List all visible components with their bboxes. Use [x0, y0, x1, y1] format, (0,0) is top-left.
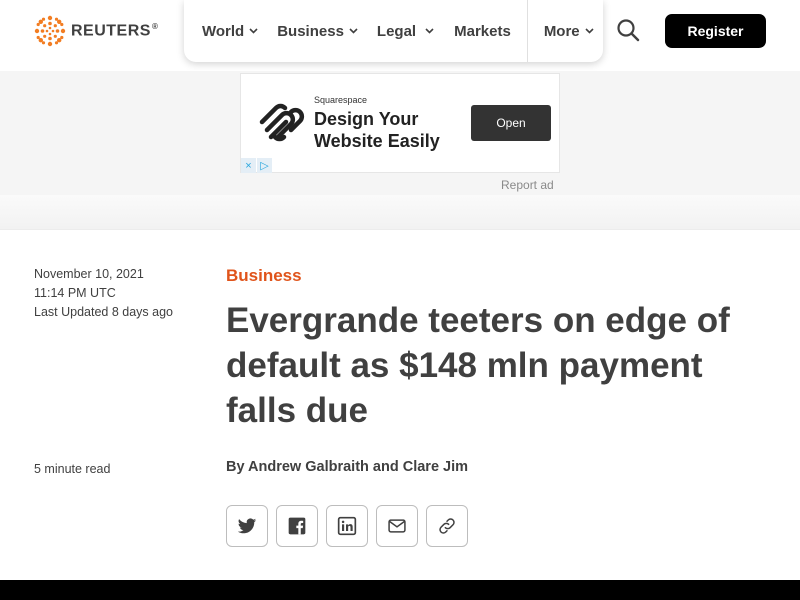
share-linkedin-button[interactable]: [326, 505, 368, 547]
reuters-logo-icon: [34, 15, 66, 47]
chevron-down-icon: [249, 28, 258, 34]
report-ad-link[interactable]: Report ad: [501, 178, 554, 192]
squarespace-logo-icon: [259, 103, 305, 142]
article-updated: Last Updated 8 days ago: [34, 305, 173, 319]
author-link[interactable]: Clare Jim: [403, 459, 468, 475]
author-link[interactable]: Andrew Galbraith: [248, 459, 369, 475]
main-nav: World Business Legal Markets More: [184, 0, 603, 62]
search-icon[interactable]: [615, 17, 641, 43]
twitter-icon: [237, 518, 257, 534]
ad-choices: × ▷: [241, 158, 273, 173]
chevron-down-icon: [585, 28, 594, 34]
section-link[interactable]: Business: [226, 266, 302, 286]
share-twitter-button[interactable]: [226, 505, 268, 547]
ad-close-icon[interactable]: ×: [241, 158, 256, 173]
nav-item-markets[interactable]: Markets: [454, 0, 527, 62]
logo-wordmark: REUTERS®: [71, 21, 159, 40]
link-icon: [439, 518, 455, 534]
linkedin-icon: [337, 516, 357, 536]
nav-item-world[interactable]: World: [184, 0, 277, 62]
ad-band: Squarespace Design Your Website Easily O…: [0, 71, 800, 195]
email-icon: [388, 519, 406, 533]
article-meta: November 10, 2021 11:14 PM UTC Last Upda…: [34, 265, 173, 322]
share-buttons: [226, 505, 476, 547]
nav-item-business[interactable]: Business: [277, 0, 377, 62]
divider-band: [0, 195, 800, 230]
share-link-button[interactable]: [426, 505, 468, 547]
article-headline: Evergrande teeters on edge of default as…: [226, 301, 730, 430]
chevron-down-icon: [425, 28, 434, 34]
chevron-down-icon: [349, 28, 358, 34]
reuters-logo[interactable]: REUTERS®: [34, 15, 158, 47]
nav-item-more[interactable]: More: [528, 0, 594, 62]
article-time: 11:14 PM UTC: [34, 286, 116, 300]
site-header: REUTERS® World Business Legal Markets Mo…: [0, 0, 800, 71]
ad-choices-icon[interactable]: ▷: [257, 158, 272, 173]
footer-bar: [0, 580, 800, 600]
facebook-icon: [288, 517, 306, 535]
byline: By Andrew Galbraith and Clare Jim: [226, 459, 469, 475]
ad-sponsor: Squarespace: [314, 95, 368, 105]
read-time: 5 minute read: [34, 462, 111, 476]
ad-open-button[interactable]: Open: [471, 105, 551, 141]
share-facebook-button[interactable]: [276, 505, 318, 547]
register-button[interactable]: Register: [665, 14, 766, 48]
ad-banner[interactable]: Squarespace Design Your Website Easily O…: [240, 73, 560, 173]
nav-item-legal[interactable]: Legal: [377, 0, 454, 62]
share-email-button[interactable]: [376, 505, 418, 547]
ad-headline: Design Your Website Easily: [314, 109, 440, 151]
article-date: November 10, 2021: [34, 267, 144, 281]
